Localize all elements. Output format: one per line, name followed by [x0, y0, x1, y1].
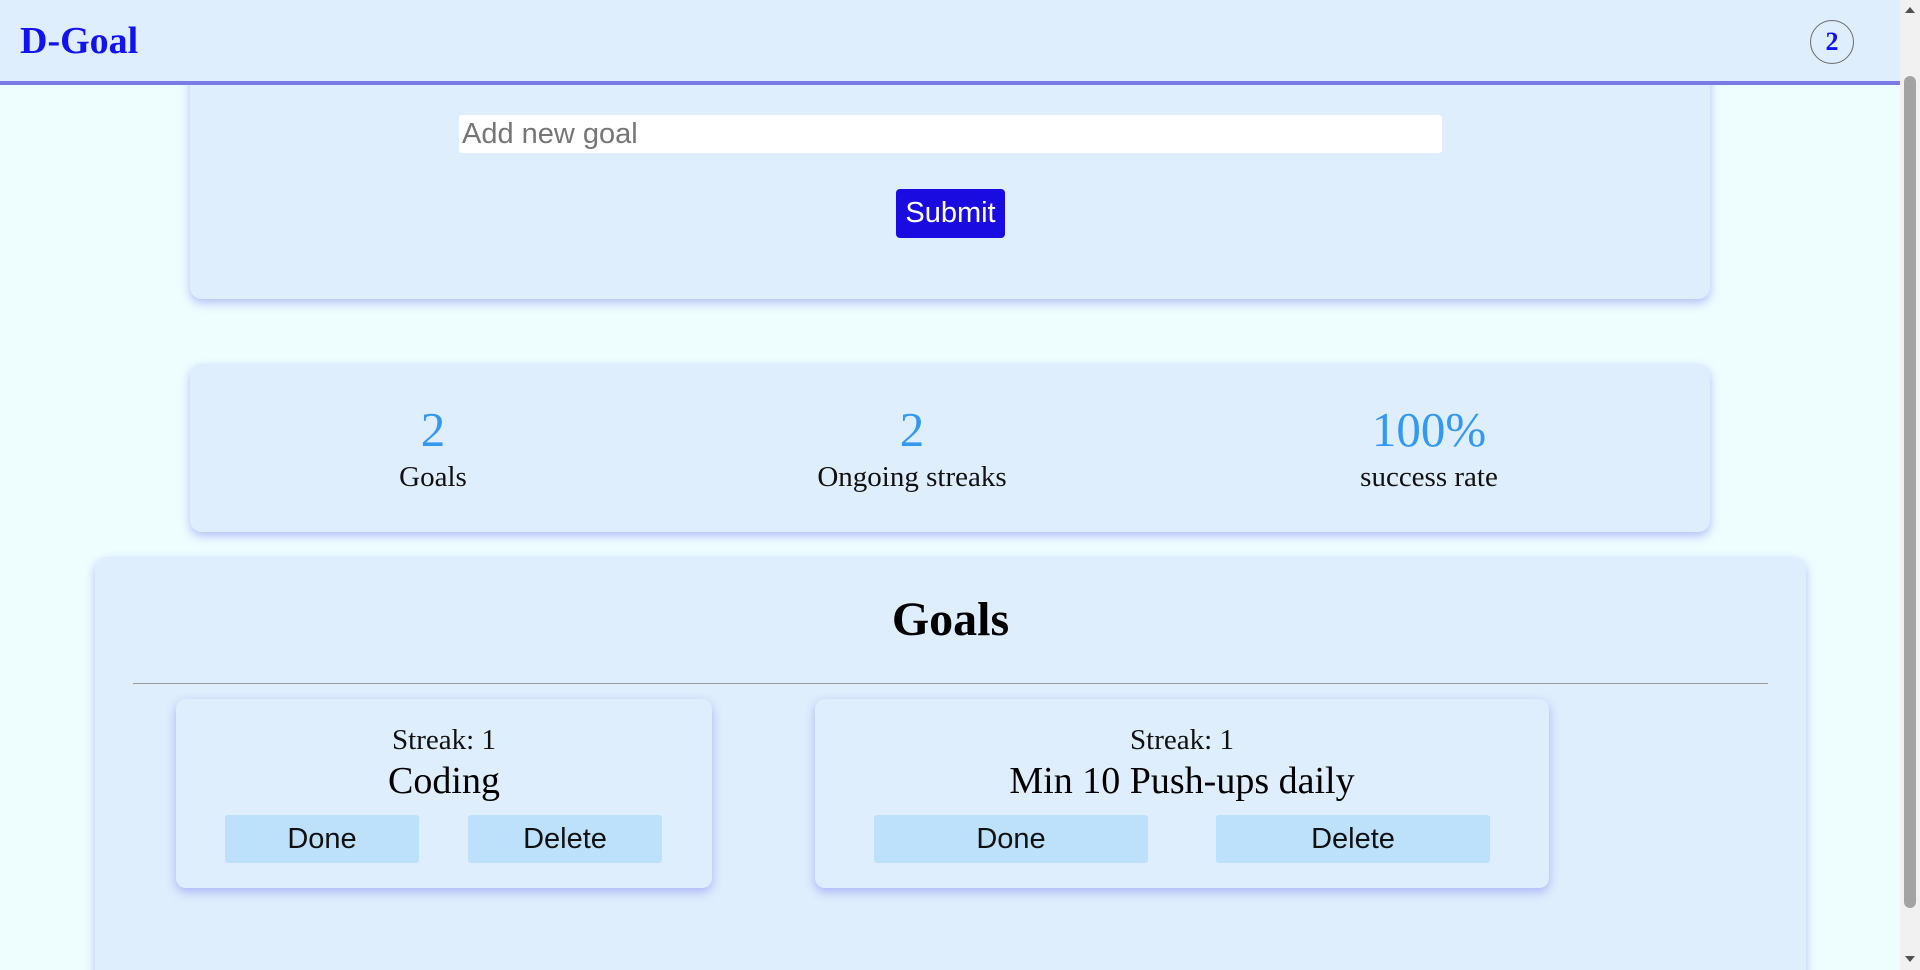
stat-ongoing-streaks: 2 Ongoing streaks — [712, 400, 1112, 494]
goal-name: Coding — [388, 760, 500, 802]
stat-streaks-value: 2 — [899, 402, 925, 457]
stat-success-label: success rate — [1360, 461, 1498, 493]
stat-goals-label: Goals — [399, 461, 467, 493]
goal-name: Min 10 Push-ups daily — [1009, 760, 1355, 802]
app-title[interactable]: D-Goal — [20, 19, 138, 63]
submit-button[interactable]: Submit — [896, 189, 1005, 238]
app-header: D-Goal 2 — [0, 0, 1900, 85]
goals-divider — [133, 683, 1768, 684]
stat-goals-value: 2 — [420, 402, 446, 457]
goal-item: Streak: 1 Min 10 Push-ups daily Done Del… — [815, 699, 1549, 888]
goal-streak: Streak: 1 — [392, 724, 496, 756]
stat-success-rate: 100% success rate — [1229, 400, 1629, 494]
goals-heading: Goals — [891, 593, 1010, 646]
delete-button[interactable]: Delete — [468, 815, 662, 863]
vertical-scrollbar[interactable] — [1900, 0, 1920, 970]
stat-success-value: 100% — [1371, 402, 1487, 457]
goal-count-badge[interactable]: 2 — [1810, 20, 1854, 64]
done-button[interactable]: Done — [225, 815, 419, 863]
stat-goals: 2 Goals — [233, 400, 633, 494]
app-viewport: D-Goal 2 Submit 2 Goals 2 Ongoing streak… — [0, 0, 1920, 970]
scroll-down-arrow-icon[interactable] — [1905, 956, 1915, 962]
add-goal-card — [190, 60, 1710, 299]
done-button[interactable]: Done — [874, 815, 1148, 863]
delete-button[interactable]: Delete — [1216, 815, 1490, 863]
scroll-up-arrow-icon[interactable] — [1905, 7, 1915, 13]
stat-streaks-label: Ongoing streaks — [817, 461, 1007, 493]
goal-streak: Streak: 1 — [1130, 724, 1234, 756]
new-goal-input[interactable] — [459, 115, 1442, 153]
goal-item: Streak: 1 Coding Done Delete — [176, 699, 712, 888]
scrollbar-thumb[interactable] — [1904, 76, 1916, 908]
